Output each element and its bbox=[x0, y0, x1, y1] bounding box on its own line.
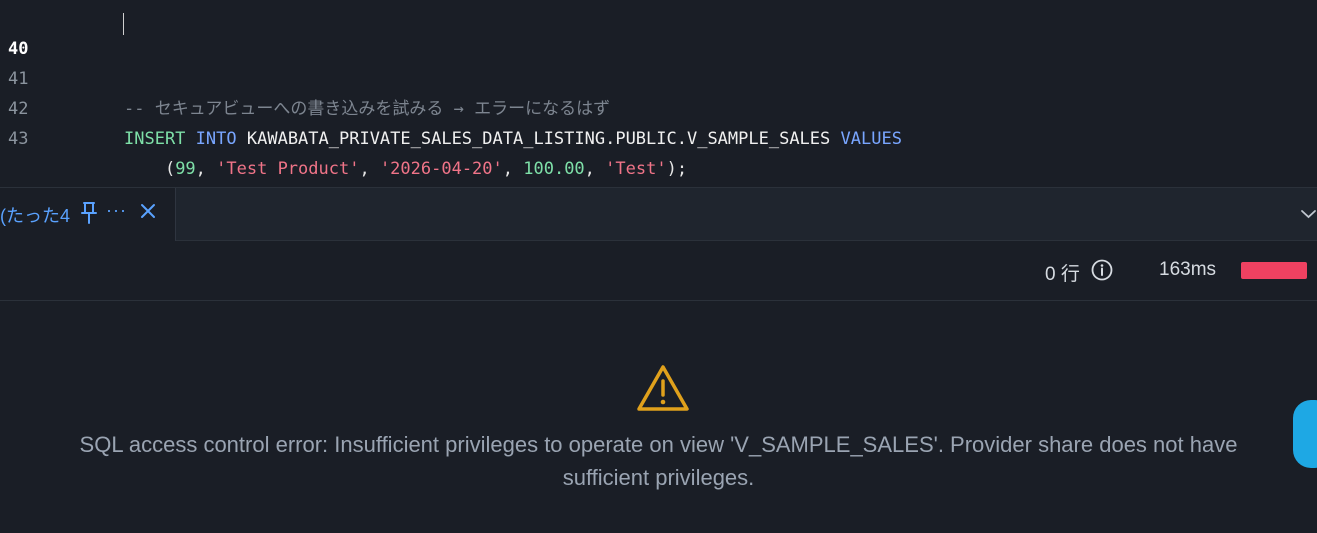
editor-line: 42 INSERT INTO KAWABATA_PRIVATE_SALES_DA… bbox=[0, 64, 1317, 149]
error-message-line: sufficient privileges. bbox=[562, 465, 755, 490]
query-duration: 163ms bbox=[1159, 259, 1217, 280]
duration-bar bbox=[1241, 262, 1307, 279]
close-icon[interactable] bbox=[139, 202, 157, 220]
code-content: INSERT INTO KAWABATA_PRIVATE_SALES_DATA_… bbox=[124, 124, 902, 154]
error-message: SQL access control error: Insufficient p… bbox=[0, 428, 1317, 494]
more-options-button[interactable]: ··· bbox=[106, 200, 127, 221]
code-token: 'Test' bbox=[605, 159, 667, 179]
code-token: 99 bbox=[175, 159, 196, 179]
code-token: VALUES bbox=[840, 129, 902, 149]
chevron-down-icon[interactable] bbox=[1300, 208, 1317, 220]
code-token: , bbox=[584, 159, 606, 179]
text-cursor bbox=[123, 13, 124, 35]
code-token: KAWABATA_PRIVATE_SALES_DATA_LISTING.PUBL… bbox=[246, 129, 831, 149]
result-status-bar: 0 行 163ms bbox=[0, 241, 1317, 301]
pin-icon[interactable] bbox=[80, 201, 98, 225]
info-icon[interactable] bbox=[1091, 259, 1113, 281]
code-token: ( bbox=[124, 159, 176, 179]
editor-line: 41 -- セキュアビューへの書き込みを試みる → エラーになるはず bbox=[0, 34, 1317, 119]
warning-icon bbox=[637, 365, 689, 411]
error-message-line: SQL access control error: Insufficient p… bbox=[79, 432, 1238, 457]
code-token: '2026-04-20' bbox=[379, 159, 503, 179]
result-tab-label: (たった4 bbox=[0, 206, 71, 226]
side-action-button[interactable] bbox=[1293, 400, 1317, 468]
code-content: (99, 'Test Product', '2026-04-20', 100.0… bbox=[124, 154, 687, 184]
sql-editor[interactable]: 40 41 -- セキュアビューへの書き込みを試みる → エラーになるはず 42… bbox=[0, 0, 1317, 187]
code-token: ); bbox=[666, 159, 688, 179]
code-token: 100.00 bbox=[523, 159, 585, 179]
row-count: 0 行 bbox=[1045, 264, 1080, 285]
code-token: 'Test Product' bbox=[216, 159, 360, 179]
code-token: , bbox=[502, 159, 524, 179]
code-token: , bbox=[195, 159, 217, 179]
result-tab-bar: (たった4 ··· bbox=[0, 187, 1317, 241]
editor-line: 40 bbox=[0, 4, 1317, 59]
line-number: 43 bbox=[8, 129, 29, 149]
editor-line: 43 (99, 'Test Product', '2026-04-20', 10… bbox=[0, 94, 1317, 179]
result-tab[interactable]: (たった4 ··· bbox=[0, 188, 176, 241]
code-token: , bbox=[359, 159, 380, 179]
code-token: INTO bbox=[195, 129, 237, 149]
code-token: INSERT bbox=[124, 129, 186, 149]
